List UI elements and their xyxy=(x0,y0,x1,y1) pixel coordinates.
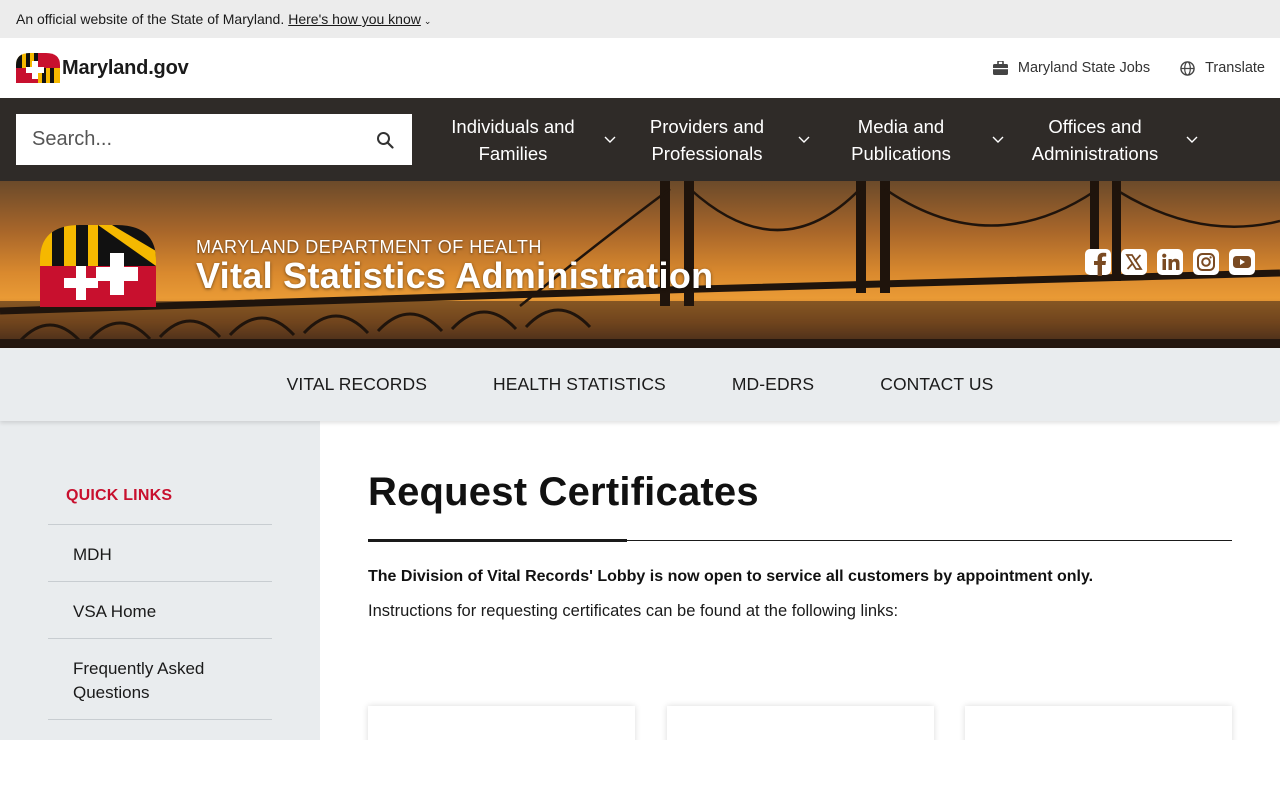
page-title: Request Certificates xyxy=(368,470,759,514)
nav-label: Media and Publications xyxy=(851,115,951,164)
sidebar-item-faq[interactable]: Frequently Asked Questions xyxy=(48,639,272,720)
chevron-down-icon xyxy=(1186,136,1198,143)
maryland-state-jobs-label: Maryland State Jobs xyxy=(1017,60,1151,76)
administration-title: Vital Statistics Administration xyxy=(196,255,714,296)
maryland-state-jobs-link[interactable]: Maryland State Jobs xyxy=(992,60,1151,76)
search-input[interactable] xyxy=(32,128,352,151)
heres-how-you-know-link[interactable]: Here's how you know ⌄ xyxy=(288,11,431,27)
sidebar-item-vsa-home[interactable]: VSA Home xyxy=(48,582,272,639)
nav-offices-and-administrations[interactable]: Offices and Administrations xyxy=(1012,113,1206,167)
nav-label: Offices and Administrations xyxy=(1031,115,1159,164)
subnav-vital-records[interactable]: VITAL RECORDS xyxy=(254,374,460,395)
hero-banner: MARYLAND DEPARTMENT OF HEALTH Vital Stat… xyxy=(0,181,1280,348)
official-banner-text: An official website of the State of Mary… xyxy=(16,11,285,27)
department-name: MARYLAND DEPARTMENT OF HEALTH xyxy=(196,237,542,257)
brand-name: Maryland.gov xyxy=(62,56,189,79)
quick-links-title: QUICK LINKS xyxy=(48,487,272,525)
main-content: Request Certificates The Division of Vit… xyxy=(320,421,1280,766)
search-box xyxy=(16,114,412,165)
nav-individuals-and-families[interactable]: Individuals and Families xyxy=(430,113,624,167)
chevron-down-icon xyxy=(992,136,1004,143)
x-icon[interactable] xyxy=(1120,248,1148,276)
linkedin-icon[interactable] xyxy=(1156,248,1184,276)
chevron-down-icon xyxy=(604,136,616,143)
mdh-seal-logo xyxy=(40,225,156,307)
chevron-down-icon: ⌄ xyxy=(423,16,432,26)
social-links xyxy=(1084,248,1256,276)
hero-text: MARYLAND DEPARTMENT OF HEALTH Vital Stat… xyxy=(196,237,713,295)
sidebar-item-mdh[interactable]: MDH xyxy=(48,525,272,582)
subnav-md-edrs[interactable]: MD-EDRS xyxy=(699,374,847,395)
main-nav: Individuals and Families Providers and P… xyxy=(430,113,1206,167)
nav-label: Providers and Professionals xyxy=(649,115,765,164)
instagram-icon[interactable] xyxy=(1192,248,1220,276)
sub-nav: VITAL RECORDS HEALTH STATISTICS MD-EDRS … xyxy=(0,348,1280,421)
chevron-down-icon xyxy=(798,136,810,143)
lobby-notice: The Division of Vital Records' Lobby is … xyxy=(368,568,1094,585)
facebook-icon[interactable] xyxy=(1084,248,1112,276)
youtube-icon[interactable] xyxy=(1228,248,1256,276)
main-navbar: Individuals and Families Providers and P… xyxy=(0,98,1280,181)
briefcase-icon xyxy=(992,61,1008,75)
maryland-flag-icon xyxy=(16,53,60,83)
title-divider xyxy=(368,539,1232,542)
nav-providers-and-professionals[interactable]: Providers and Professionals xyxy=(624,113,818,167)
site-header: Maryland.gov Maryland State Jobs Transla… xyxy=(0,38,1280,98)
nav-media-and-publications[interactable]: Media and Publications xyxy=(818,113,1012,167)
nav-label: Individuals and Families xyxy=(451,115,575,164)
globe-icon xyxy=(1180,60,1195,76)
maryland-gov-logo[interactable]: Maryland.gov xyxy=(16,53,189,83)
utility-links: Maryland State Jobs Translate xyxy=(992,60,1265,76)
subnav-health-statistics[interactable]: HEALTH STATISTICS xyxy=(460,374,699,395)
instructions-text: Instructions for requesting certificates… xyxy=(368,602,899,620)
translate-label: Translate xyxy=(1205,60,1265,76)
search-icon[interactable] xyxy=(376,131,394,149)
quick-links-sidebar: QUICK LINKS MDH VSA Home Frequently Aske… xyxy=(0,421,320,740)
subnav-contact-us[interactable]: CONTACT US xyxy=(847,374,1026,395)
content-area: QUICK LINKS MDH VSA Home Frequently Aske… xyxy=(0,421,1280,766)
translate-link[interactable]: Translate xyxy=(1180,60,1265,76)
viewport-bottom-blank xyxy=(0,740,1280,800)
official-banner: An official website of the State of Mary… xyxy=(0,0,1280,38)
